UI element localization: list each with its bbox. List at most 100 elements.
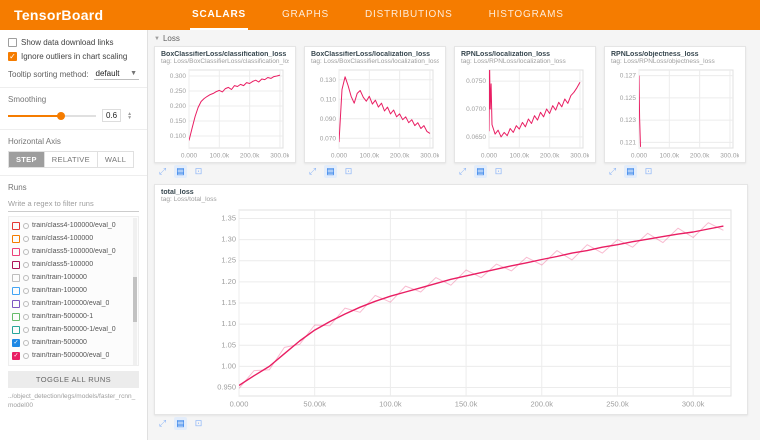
run-isolator-icon[interactable]: [23, 236, 29, 242]
checkbox-icon[interactable]: [8, 38, 17, 47]
run-isolator-icon[interactable]: [23, 275, 29, 281]
tab-distributions[interactable]: DISTRIBUTIONS: [363, 0, 455, 30]
run-isolator-icon[interactable]: [23, 327, 29, 333]
run-row[interactable]: train/train-100000/eval_0: [12, 297, 130, 310]
run-row[interactable]: train/train-100000: [12, 284, 130, 297]
run-isolator-icon[interactable]: [23, 262, 29, 268]
svg-text:0.000: 0.000: [481, 153, 498, 160]
tooltip-sort-select[interactable]: default ▼: [94, 68, 140, 80]
svg-text:300.0k: 300.0k: [682, 400, 705, 409]
run-checkbox[interactable]: [12, 248, 20, 256]
data-table-icon[interactable]: ▤: [174, 417, 187, 430]
svg-text:0.0700: 0.0700: [466, 106, 486, 113]
chart-canvas[interactable]: 0.0700.0900.1100.1300.000100.0k200.0k300…: [311, 66, 439, 160]
fullscreen-icon[interactable]: ⤢: [156, 417, 169, 430]
fullscreen-icon[interactable]: ⤢: [456, 165, 469, 178]
run-checkbox[interactable]: [12, 235, 20, 243]
svg-text:1.15: 1.15: [221, 298, 236, 307]
run-isolator-icon[interactable]: [23, 314, 29, 320]
run-label: train/train-500000-1/eval_0: [32, 326, 116, 333]
run-row[interactable]: train/class4-100000: [12, 232, 130, 245]
pin-icon[interactable]: ⊡: [192, 165, 205, 178]
total-loss-chart[interactable]: 0.9501.001.051.101.151.201.251.301.350.0…: [161, 204, 741, 412]
run-row[interactable]: ✓ train/train-500000: [12, 336, 130, 349]
fullscreen-icon[interactable]: ⤢: [156, 165, 169, 178]
run-row[interactable]: train/train-100000: [12, 271, 130, 284]
tab-histograms[interactable]: HISTOGRAMS: [487, 0, 566, 30]
run-checkbox[interactable]: [12, 287, 20, 295]
svg-text:0.125: 0.125: [620, 95, 637, 102]
slider-thumb-handle[interactable]: [57, 112, 65, 120]
fullscreen-icon[interactable]: ⤢: [306, 165, 319, 178]
run-isolator-icon[interactable]: [23, 288, 29, 294]
svg-text:0.070: 0.070: [320, 135, 337, 142]
svg-text:0.200: 0.200: [170, 103, 187, 110]
chart-canvas[interactable]: 0.1210.1230.1250.1270.000100.0k200.0k300…: [611, 66, 739, 160]
data-table-icon[interactable]: ▤: [474, 165, 487, 178]
run-row[interactable]: train/train-500000-1: [12, 310, 130, 323]
pin-icon[interactable]: ⊡: [342, 165, 355, 178]
run-row[interactable]: train/train-500000-1/eval_0: [12, 323, 130, 336]
runs-filter-input[interactable]: [8, 197, 139, 212]
axis-step-button[interactable]: STEP: [8, 151, 45, 168]
svg-text:300.0k: 300.0k: [720, 153, 739, 160]
toggle-all-runs-button[interactable]: TOGGLE ALL RUNS: [8, 371, 139, 388]
data-table-icon[interactable]: ▤: [174, 165, 187, 178]
stepper-icons[interactable]: ▲▼: [127, 112, 132, 120]
divider: [0, 129, 147, 130]
run-checkbox[interactable]: [12, 313, 20, 321]
run-checkbox[interactable]: [12, 326, 20, 334]
tab-graphs[interactable]: GRAPHS: [280, 0, 331, 30]
run-label: train/class5-100000: [32, 261, 93, 268]
chart-card-total-loss: total_loss tag: Loss/total_loss 0.9501.0…: [154, 184, 748, 415]
data-table-icon[interactable]: ▤: [624, 165, 637, 178]
tab-scalars[interactable]: SCALARS: [190, 0, 248, 30]
chart-canvas[interactable]: 0.06500.07000.07500.000100.0k200.0k300.0…: [461, 66, 589, 160]
run-isolator-icon[interactable]: [23, 353, 29, 359]
run-checkbox[interactable]: [12, 261, 20, 269]
run-label: train/train-500000: [32, 339, 87, 346]
category-header[interactable]: ▼ Loss: [154, 34, 752, 43]
run-checkbox[interactable]: [12, 274, 20, 282]
pin-icon[interactable]: ⊡: [192, 417, 205, 430]
run-isolator-icon[interactable]: [23, 249, 29, 255]
app-title[interactable]: TensorBoard: [0, 7, 150, 23]
run-row[interactable]: train/class5-100000/eval_0: [12, 245, 130, 258]
ignore-outliers-option[interactable]: ✓ Ignore outliers in chart scaling: [8, 52, 139, 61]
tensorboard-app: TensorBoard SCALARS GRAPHS DISTRIBUTIONS HI…: [0, 0, 760, 440]
fullscreen-icon[interactable]: ⤢: [606, 165, 619, 178]
run-checkbox[interactable]: ✓: [12, 352, 20, 360]
svg-text:100.0k: 100.0k: [360, 153, 380, 160]
smoothing-value[interactable]: 0.6: [102, 109, 121, 122]
chart-tag: tag: Loss/BoxClassifierLoss/classificati…: [161, 58, 289, 65]
tooltip-sort-label: Tooltip sorting method:: [8, 70, 89, 79]
data-table-icon[interactable]: ▤: [324, 165, 337, 178]
pin-icon[interactable]: ⊡: [642, 165, 655, 178]
svg-text:1.25: 1.25: [221, 256, 236, 265]
svg-text:200.0k: 200.0k: [390, 153, 410, 160]
checkbox-checked-icon[interactable]: ✓: [8, 52, 17, 61]
run-isolator-icon[interactable]: [23, 340, 29, 346]
axis-relative-button[interactable]: RELATIVE: [45, 151, 98, 168]
run-row[interactable]: train/class4-100000/eval_0: [12, 219, 130, 232]
chart-canvas[interactable]: 0.1000.1500.2000.2500.3000.000100.0k200.…: [161, 66, 289, 160]
svg-text:50.00k: 50.00k: [303, 400, 326, 409]
run-checkbox[interactable]: [12, 300, 20, 308]
svg-text:100.0k: 100.0k: [210, 153, 230, 160]
chart-title: BoxClassifierLoss/localization_loss: [311, 51, 439, 58]
run-isolator-icon[interactable]: [23, 301, 29, 307]
main-nav: SCALARS GRAPHS DISTRIBUTIONS HISTOGRAMS: [190, 0, 566, 30]
axis-wall-button[interactable]: WALL: [98, 151, 134, 168]
run-label: train/class4-100000/eval_0: [32, 222, 116, 229]
show-download-links-option[interactable]: Show data download links: [8, 38, 139, 47]
run-label: train/train-100000: [32, 274, 87, 281]
run-isolator-icon[interactable]: [23, 223, 29, 229]
smoothing-slider[interactable]: [8, 115, 96, 117]
run-row[interactable]: ✓train/train-500000/eval_0: [12, 349, 130, 362]
run-checkbox[interactable]: ✓: [12, 339, 20, 347]
run-row[interactable]: train/class5-100000: [12, 258, 130, 271]
smoothing-label: Smoothing: [8, 95, 139, 104]
scrollbar-thumb[interactable]: [133, 277, 137, 322]
pin-icon[interactable]: ⊡: [492, 165, 505, 178]
run-checkbox[interactable]: [12, 222, 20, 230]
